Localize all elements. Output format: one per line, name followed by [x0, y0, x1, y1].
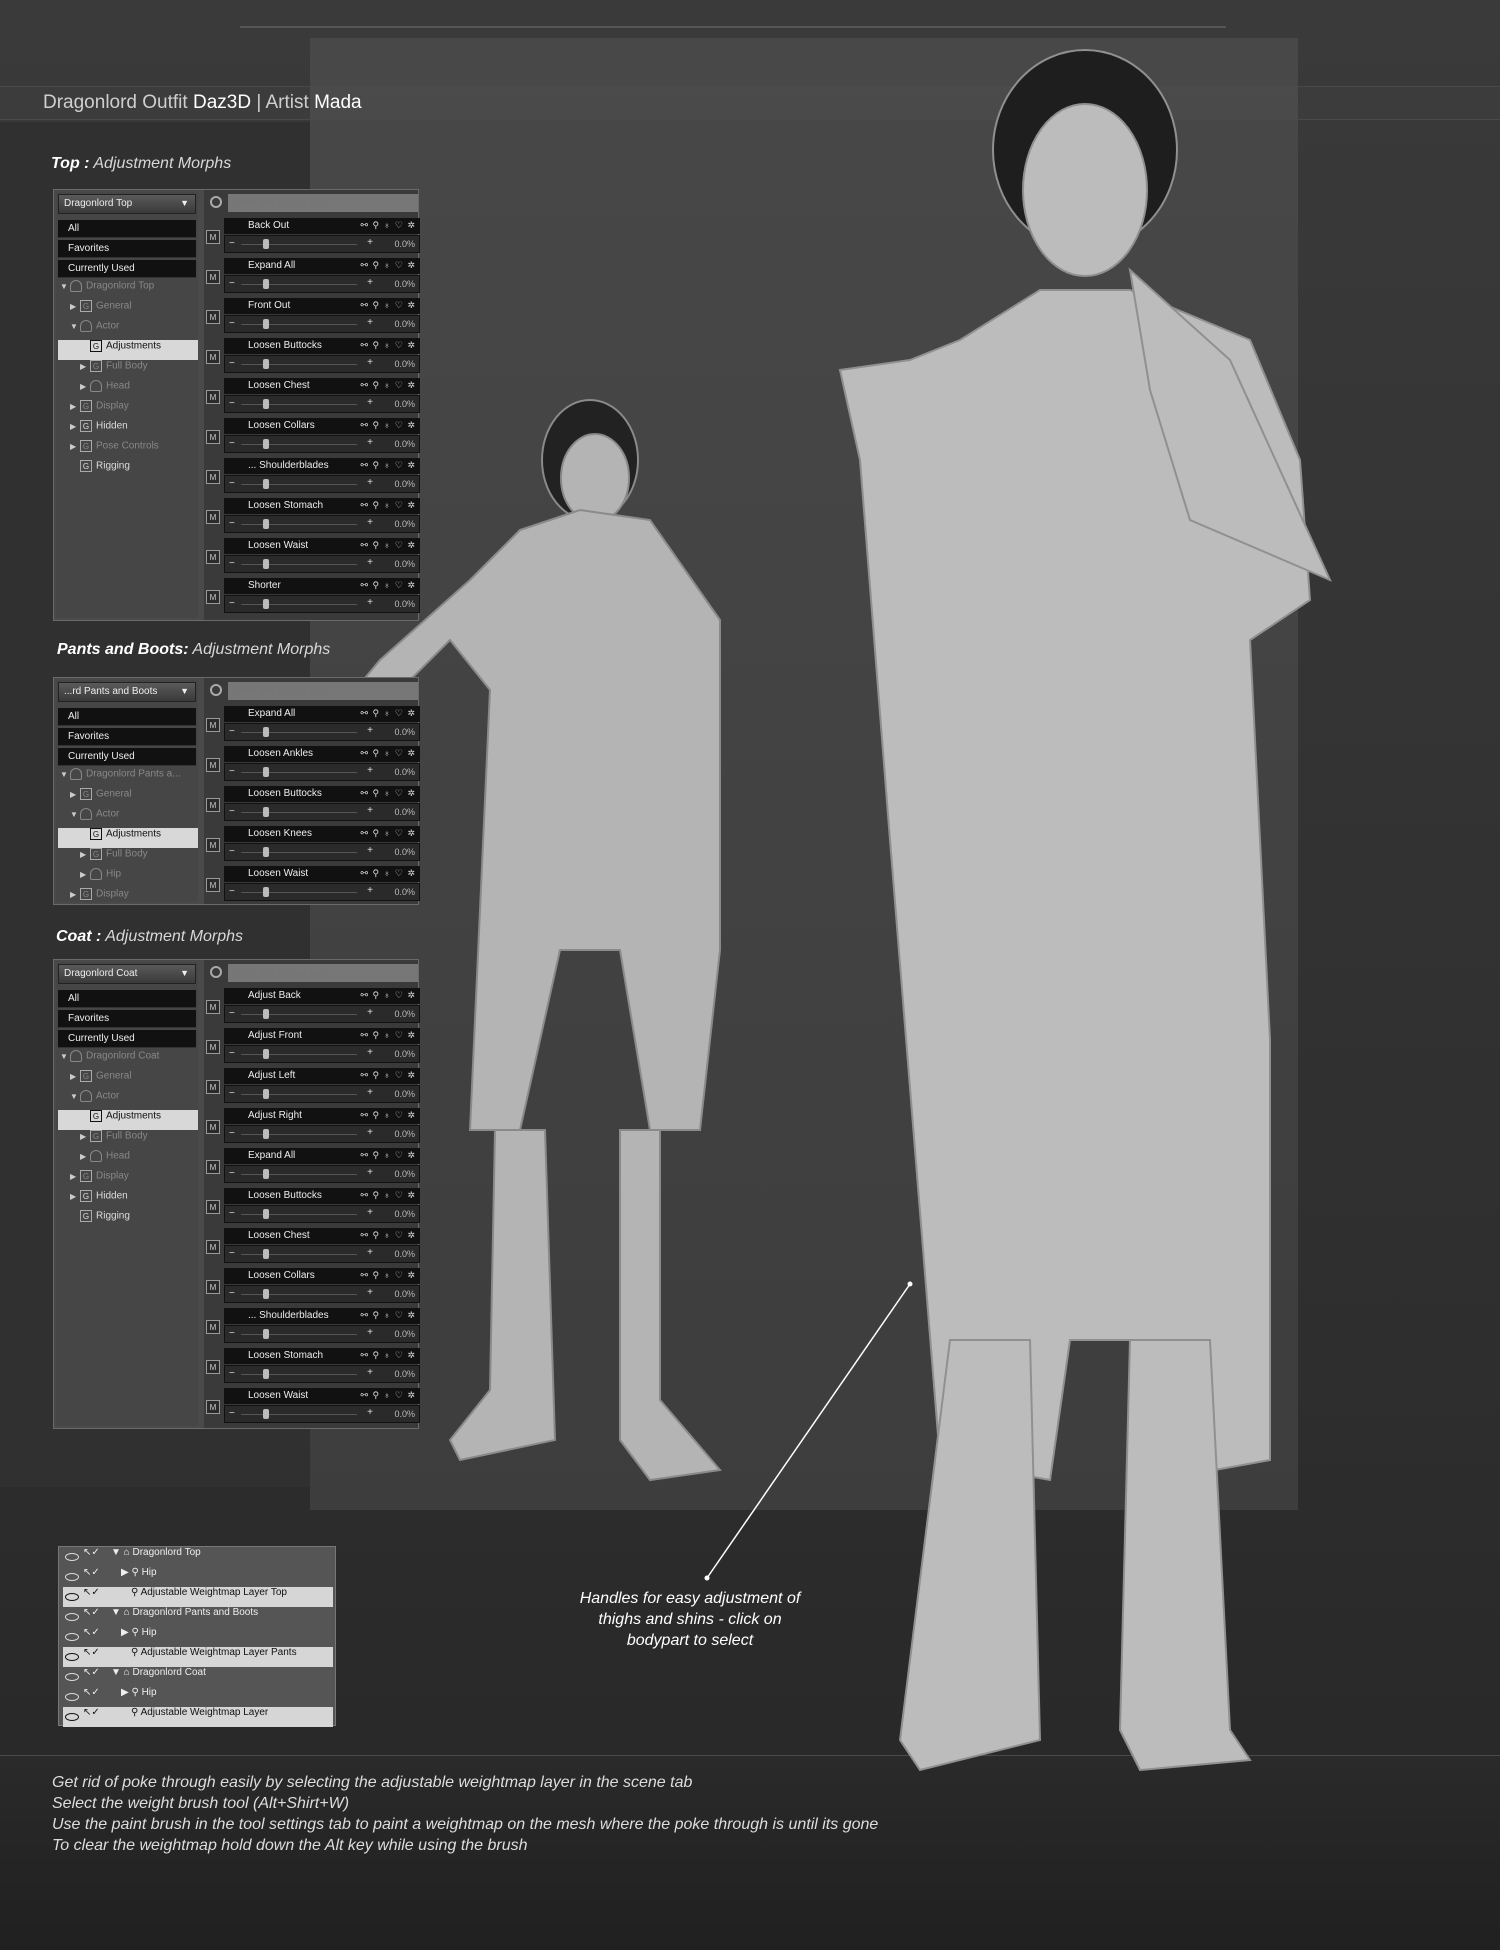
instruction-line: Select the weight brush tool (Alt+Shirt+…: [52, 1795, 350, 1812]
callout-line: [704, 1281, 913, 1581]
callout-text: Handles for easy adjustment of thighs an…: [579, 1590, 801, 1649]
instruction-line: Use the paint brush in the tool settings…: [52, 1816, 879, 1833]
instruction-line: To clear the weightmap hold down the Alt…: [52, 1837, 528, 1854]
instruction-line: Get rid of poke through easily by select…: [52, 1774, 693, 1791]
instructions: Get rid of poke through easily by select…: [52, 1772, 878, 1856]
